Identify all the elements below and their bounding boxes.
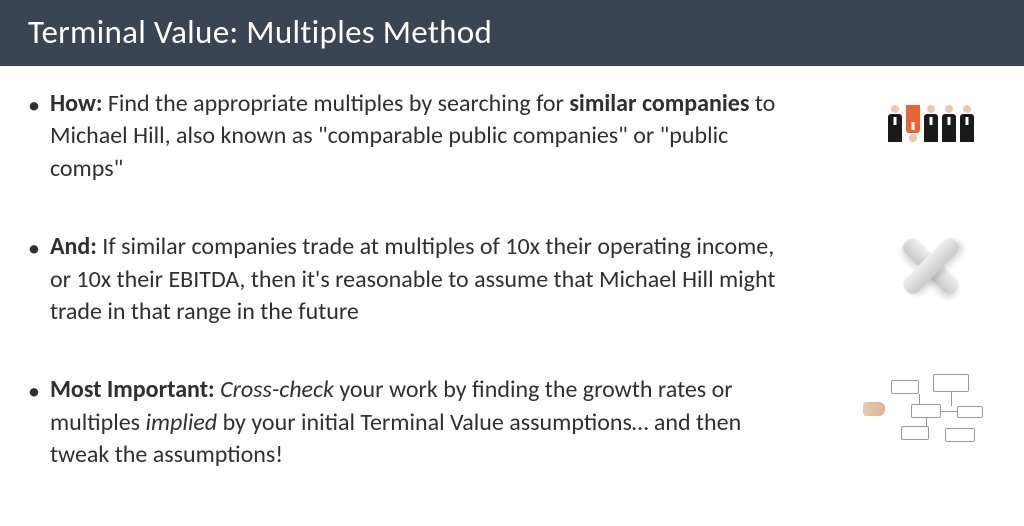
people-illustration bbox=[866, 88, 996, 158]
bullet-text-area: • Most Important: Cross-check your work … bbox=[28, 374, 854, 471]
bullet-segment: Cross-check bbox=[220, 375, 334, 404]
slide-title-bar: Terminal Value: Multiples Method bbox=[0, 0, 1024, 66]
bullet-segment: Find the appropriate multiples by search… bbox=[102, 89, 569, 118]
bullet-segment: If similar companies trade at multiples … bbox=[50, 232, 775, 326]
x-illustration bbox=[866, 231, 996, 301]
bullet-text-area: • How: Find the appropriate multiples by… bbox=[28, 88, 854, 185]
slide-title-light: Multiples Method bbox=[239, 12, 493, 52]
bullet-segment: similar companies bbox=[569, 89, 749, 118]
bullet-content: And: If similar companies trade at multi… bbox=[50, 231, 790, 328]
bullet-content: Most Important: Cross-check your work by… bbox=[50, 374, 790, 471]
bullet-content: How: Find the appropriate multiples by s… bbox=[50, 88, 790, 185]
bullet-marker: • bbox=[28, 376, 40, 408]
bullet-marker: • bbox=[28, 233, 40, 265]
bullet-label: And: bbox=[50, 232, 97, 261]
flowchart-illustration bbox=[866, 374, 996, 444]
slide-content: • How: Find the appropriate multiples by… bbox=[0, 66, 1024, 492]
bullet-text-area: • And: If similar companies trade at mul… bbox=[28, 231, 854, 328]
slide-title-bold: Terminal Value: bbox=[28, 12, 239, 52]
bullet-row: • Most Important: Cross-check your work … bbox=[28, 374, 996, 471]
bullet-label: How: bbox=[50, 89, 103, 118]
bullet-label: Most Important: bbox=[50, 375, 215, 404]
bullet-row: • And: If similar companies trade at mul… bbox=[28, 231, 996, 328]
bullet-row: • How: Find the appropriate multiples by… bbox=[28, 88, 996, 185]
bullet-marker: • bbox=[28, 90, 40, 122]
bullet-segment: implied bbox=[145, 408, 217, 437]
